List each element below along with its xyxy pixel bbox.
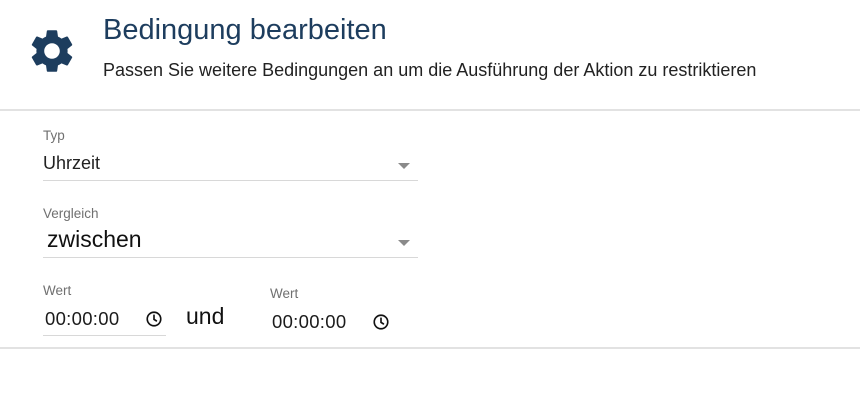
vergleich-label: Vergleich: [43, 206, 99, 221]
typ-label: Typ: [43, 128, 65, 143]
typ-select[interactable]: Uhrzeit: [43, 152, 418, 181]
dialog-title: Bedingung bearbeiten: [103, 14, 387, 46]
wert-to-label: Wert: [270, 286, 299, 301]
typ-select-value: Uhrzeit: [43, 153, 101, 173]
dropdown-arrow-icon: [398, 163, 410, 169]
vergleich-select[interactable]: zwischen: [43, 226, 418, 258]
time-from-input[interactable]: 00:00:00: [43, 303, 166, 336]
vergleich-select-value: zwischen: [47, 226, 142, 252]
clock-icon[interactable]: [372, 313, 390, 331]
time-to-value: 00:00:00: [272, 311, 347, 332]
dialog-subtitle: Passen Sie weitere Bedingungen an um die…: [103, 60, 757, 80]
dialog-header: Bedingung bearbeiten Passen Sie weitere …: [0, 0, 860, 111]
time-from-value: 00:00:00: [45, 308, 120, 329]
wert-from-label: Wert: [43, 283, 72, 298]
condition-form: Typ Uhrzeit Vergleich zwischen Wert 00:0…: [0, 111, 860, 349]
gear-icon: [31, 30, 73, 72]
clock-icon[interactable]: [145, 310, 163, 328]
connector-text: und: [186, 303, 225, 329]
dropdown-arrow-icon: [398, 240, 410, 246]
time-to-input[interactable]: 00:00:00: [270, 306, 393, 338]
